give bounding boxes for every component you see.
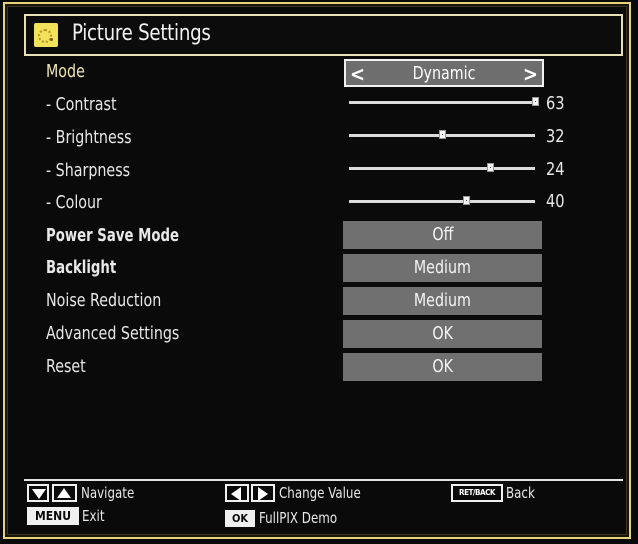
contrast-slider-knob[interactable] [532,97,539,106]
mode-value: Dynamic [412,63,476,84]
backlight-value-text: Medium [413,257,472,278]
colour-label: - Colour [46,192,102,213]
sharpness-slider[interactable] [349,163,535,172]
contrast-label: - Contrast [46,94,117,115]
brightness-slider-knob[interactable] [439,130,446,139]
mode-label: Mode [46,61,85,82]
backlight-label: Backlight [46,257,117,278]
noise-reduction-value-text: Medium [413,290,472,311]
advanced-settings-ok-text: OK [432,323,453,344]
sharpness-slider-knob[interactable] [487,163,495,172]
page-title: Picture Settings [72,21,211,46]
advanced-settings-label: Advanced Settings [46,323,180,344]
mode-selector[interactable]: < Dynamic > [344,59,544,87]
power-save-mode-value[interactable]: Off [343,221,542,249]
chevron-right-icon[interactable]: > [523,62,538,86]
footer-divider [24,479,623,481]
sharpness-value: 24 [546,159,565,180]
reset-label: Reset [46,356,86,377]
reset-ok-text: OK [432,356,453,377]
left-key-icon [225,484,249,502]
sharpness-label: - Sharpness [46,160,131,181]
exit-hint: Exit [82,507,105,525]
ret-back-key-icon: RET/BACK [451,484,503,502]
right-key-icon [251,484,275,502]
brightness-label: - Brightness [46,127,132,148]
contrast-slider[interactable] [349,97,539,106]
backlight-value[interactable]: Medium [343,254,542,282]
brightness-slider[interactable] [349,130,535,139]
colour-value: 40 [546,191,565,212]
colour-slider[interactable] [349,196,535,205]
menu-key-icon: MENU [27,507,79,525]
change-value-hint: Change Value [279,484,361,502]
picture-icon [34,23,58,47]
navigate-hint: Navigate [81,484,135,502]
down-key-icon [27,484,49,502]
power-save-mode-label: Power Save Mode [46,225,179,246]
reset-ok-button[interactable]: OK [343,353,542,381]
back-hint: Back [506,484,535,502]
power-save-mode-value-text: Off [431,224,454,245]
ok-key-icon: OK [225,510,255,527]
advanced-settings-ok-button[interactable]: OK [343,320,542,348]
fullpix-demo-hint: FullPIX Demo [259,509,338,527]
noise-reduction-label: Noise Reduction [46,290,162,311]
up-key-icon [52,484,77,502]
noise-reduction-value[interactable]: Medium [343,287,542,315]
colour-slider-knob[interactable] [463,196,471,205]
title-bar: Picture Settings [24,14,623,56]
brightness-value: 32 [546,126,565,147]
contrast-value: 63 [546,93,565,114]
